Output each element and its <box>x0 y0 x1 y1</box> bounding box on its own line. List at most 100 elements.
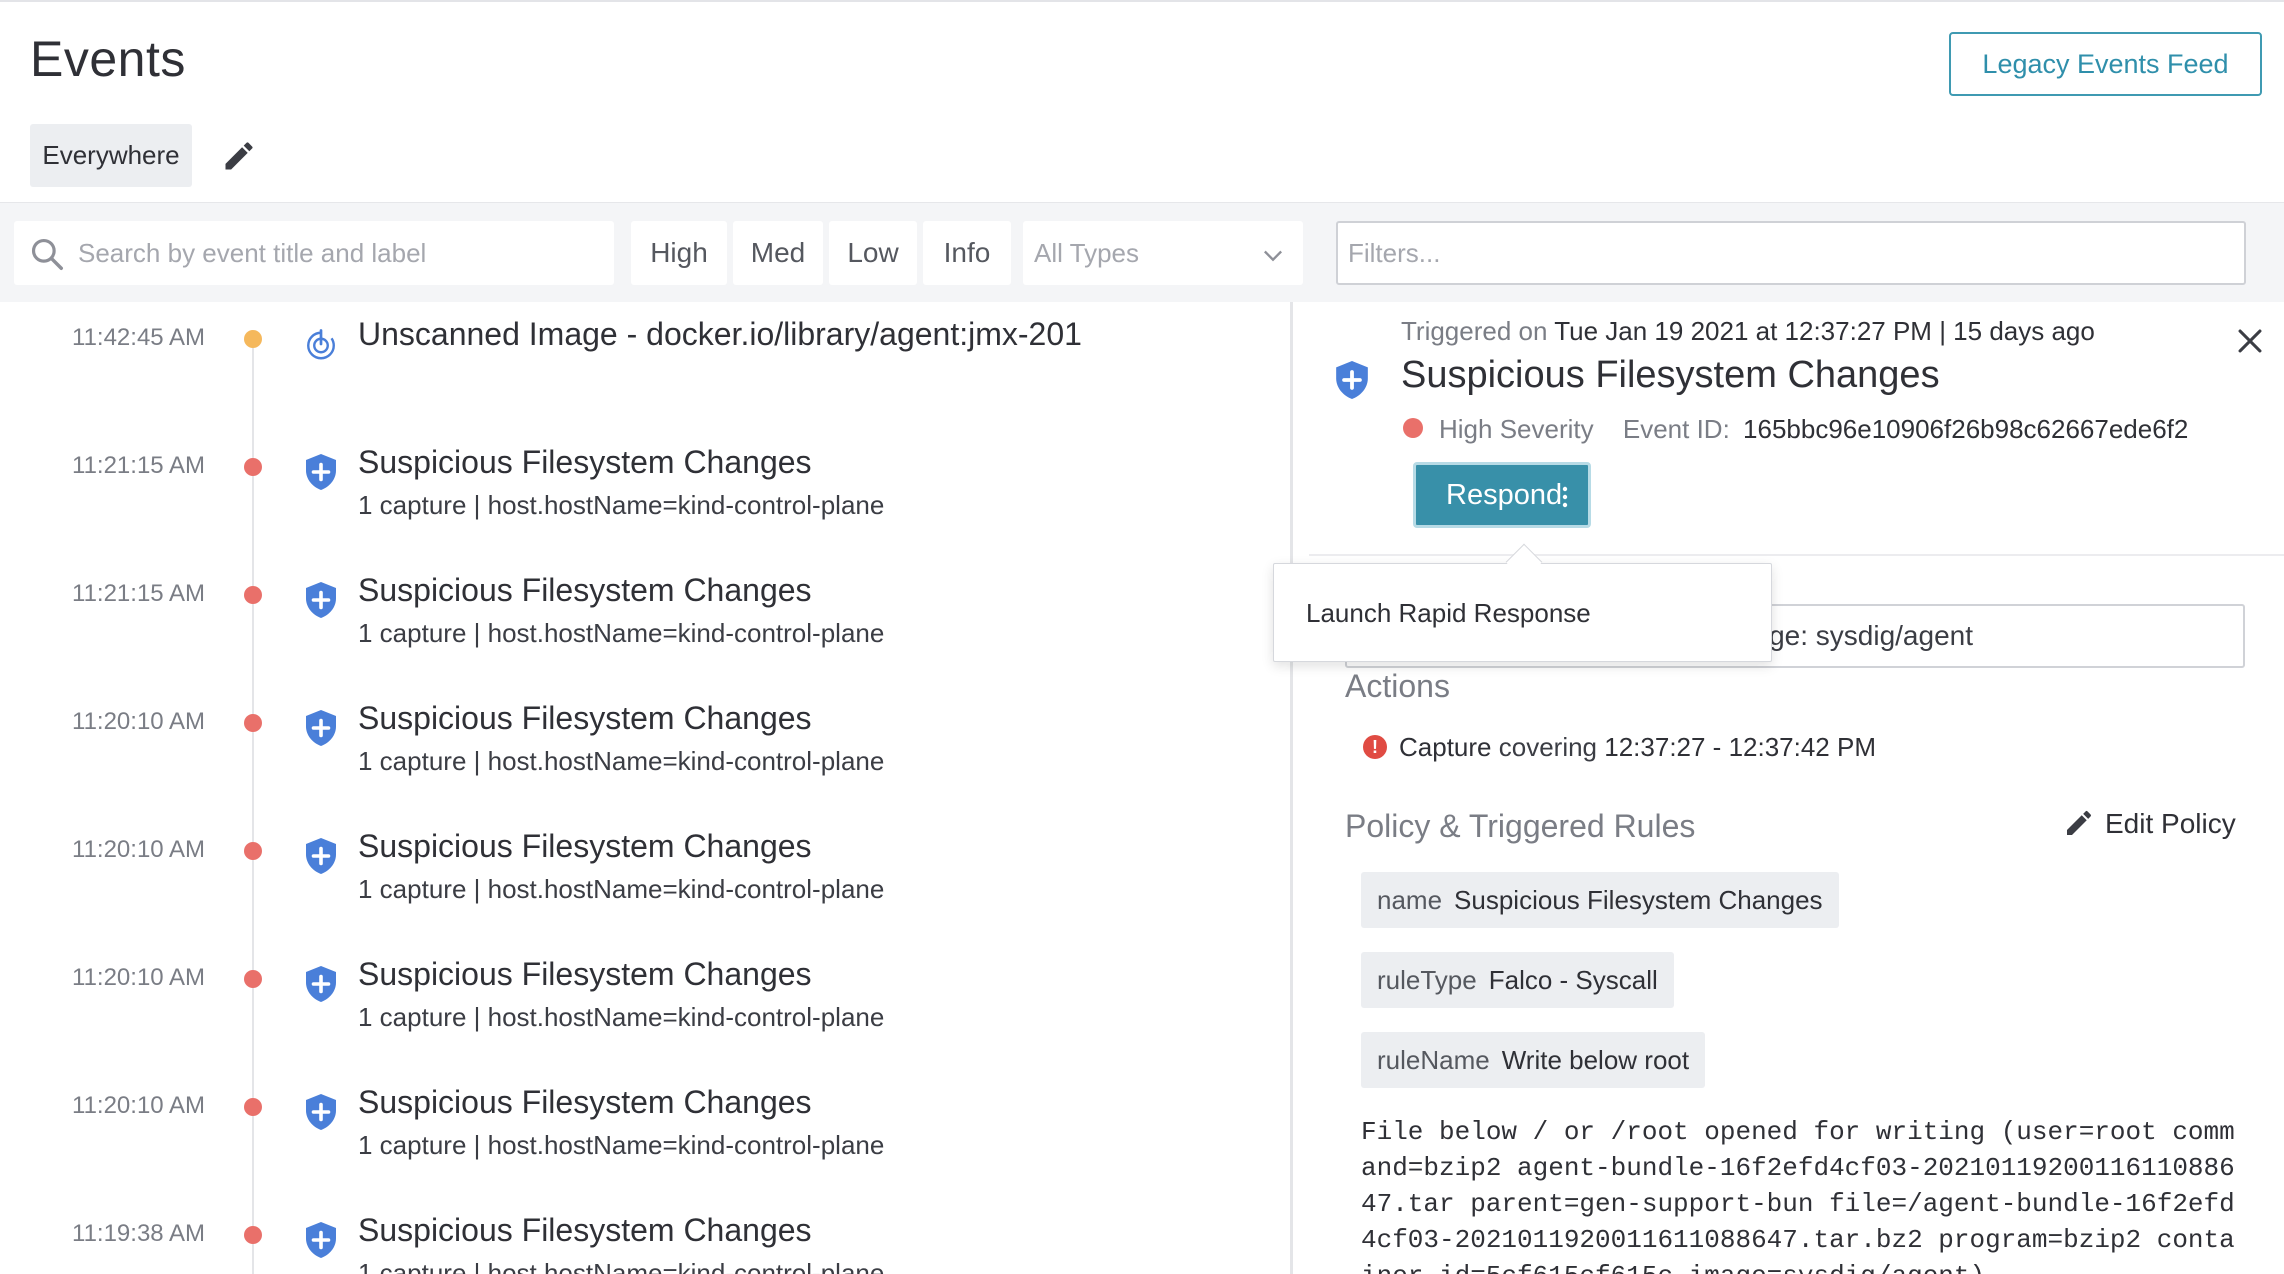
event-time: 11:20:10 AM <box>72 1092 205 1119</box>
tag-key: ruleType <box>1377 964 1477 995</box>
pencil-icon <box>2067 810 2092 835</box>
event-time: 11:20:10 AM <box>72 708 205 735</box>
edit-policy-button[interactable]: Edit Policy <box>2063 808 2236 842</box>
event-subtitle: 1 capture | host.hostName=kind-control-p… <box>358 1002 885 1032</box>
event-list: 11:42:45 AM Unscanned Image - docker.io/… <box>0 302 1290 1274</box>
respond-button[interactable]: Respond <box>1413 462 1591 528</box>
filters-box <box>1336 221 2246 285</box>
severity-dot <box>244 586 262 604</box>
event-time: 11:42:45 AM <box>72 324 205 351</box>
search-icon <box>31 238 63 270</box>
event-row[interactable]: 11:42:45 AM Unscanned Image - docker.io/… <box>0 302 1290 430</box>
image-field-value: ge: sysdig/agent <box>1769 620 1973 651</box>
capture-action[interactable]: ! Capture covering 12:37:27 - 12:37:42 PM <box>1363 732 1876 763</box>
event-id-label: Event ID: <box>1622 414 1730 444</box>
event-title: Suspicious Filesystem Changes <box>358 956 812 992</box>
image-scan-icon <box>307 329 335 360</box>
triggered-on: Triggered on Tue Jan 19 2021 at 12:37:27… <box>1401 316 2095 347</box>
event-type-select[interactable]: All Types <box>1023 221 1303 285</box>
rule-output: File below / or /root opened for writing… <box>1361 1117 2235 1274</box>
shield-icon <box>306 1222 336 1258</box>
error-icon: ! <box>1363 735 1387 760</box>
triggered-label: Triggered on <box>1401 316 1548 346</box>
divider <box>1309 554 2284 556</box>
shield-icon <box>1336 361 1368 399</box>
policy-heading: Policy & Triggered Rules <box>1345 808 1696 844</box>
filters-input[interactable] <box>1338 223 2244 283</box>
tag-key: name <box>1377 884 1443 915</box>
event-row[interactable]: 11:20:10 AM Suspicious Filesystem Change… <box>0 686 1290 814</box>
tag-value: Write below root <box>1501 1044 1690 1075</box>
event-title: Suspicious Filesystem Changes <box>358 700 812 736</box>
scope-selector[interactable]: Everywhere <box>30 124 192 187</box>
action-name: Capture <box>1399 732 1492 762</box>
severity-low-button[interactable]: Low <box>829 221 917 285</box>
event-title: Suspicious Filesystem Changes <box>358 1212 812 1248</box>
filter-toolbar: High Med Low Info All Types <box>0 202 2284 302</box>
tag-value: Falco - Syscall <box>1488 964 1658 995</box>
pencil-icon[interactable] <box>221 138 257 174</box>
respond-button-label: Respond <box>1446 479 1563 511</box>
event-row[interactable]: 11:19:38 AM Suspicious Filesystem Change… <box>0 1198 1290 1274</box>
severity-label: High Severity <box>1439 414 1594 444</box>
event-subtitle: 1 capture | host.hostName=kind-control-p… <box>358 490 885 520</box>
severity-line: High Severity Event ID: 165bbc96e10906f2… <box>1403 414 2188 445</box>
event-row[interactable]: 11:20:10 AM Suspicious Filesystem Change… <box>0 1070 1290 1198</box>
event-title: Suspicious Filesystem Changes <box>358 444 812 480</box>
page-header: Events Legacy Events Feed Everywhere <box>0 0 2284 202</box>
event-subtitle: 1 capture | host.hostName=kind-control-p… <box>358 874 885 904</box>
policy-tag: ruleName Write below root <box>1361 1032 1706 1088</box>
tag-value: Suspicious Filesystem Changes <box>1454 884 1823 915</box>
event-title: Suspicious Filesystem Changes <box>358 572 812 608</box>
action-range: 12:37:27 - 12:37:42 PM <box>1604 732 1876 762</box>
severity-dot <box>244 970 262 988</box>
event-title: Suspicious Filesystem Changes <box>358 828 812 864</box>
action-text: covering <box>1498 732 1598 762</box>
event-id-value: 165bbc96e10906f26b98c62667ede6f2 <box>1743 414 2189 444</box>
severity-dot <box>244 1098 262 1116</box>
event-row[interactable]: 11:21:15 AM Suspicious Filesystem Change… <box>0 430 1290 558</box>
policy-tag: ruleType Falco - Syscall <box>1361 952 1674 1008</box>
more-vertical-icon <box>1562 486 1568 508</box>
page-title: Events <box>30 31 186 87</box>
search-input[interactable] <box>76 221 596 285</box>
severity-info-button[interactable]: Info <box>923 221 1011 285</box>
chevron-down-icon <box>1264 250 1282 262</box>
severity-dot <box>244 458 262 476</box>
severity-dot <box>1403 418 1423 439</box>
event-row[interactable]: 11:20:10 AM Suspicious Filesystem Change… <box>0 942 1290 1070</box>
shield-icon <box>306 454 336 490</box>
shield-icon <box>306 966 336 1002</box>
severity-dot <box>244 1226 262 1244</box>
event-subtitle: 1 capture | host.hostName=kind-control-p… <box>358 746 885 776</box>
close-icon[interactable] <box>2233 324 2267 358</box>
shield-icon <box>306 838 336 874</box>
policy-tag: name Suspicious Filesystem Changes <box>1361 872 1839 928</box>
edit-policy-label: Edit Policy <box>2105 808 2236 839</box>
event-subtitle: 1 capture | host.hostName=kind-control-p… <box>358 1258 885 1274</box>
tag-key: ruleName <box>1377 1044 1490 1075</box>
event-time: 11:21:15 AM <box>72 452 205 479</box>
legacy-events-feed-button[interactable]: Legacy Events Feed <box>1949 32 2262 96</box>
severity-dot <box>244 330 262 348</box>
severity-dot <box>244 842 262 860</box>
severity-med-button[interactable]: Med <box>733 221 823 285</box>
shield-icon <box>306 1094 336 1130</box>
shield-icon <box>306 710 336 746</box>
event-subtitle: 1 capture | host.hostName=kind-control-p… <box>358 1130 885 1160</box>
shield-icon <box>306 582 336 618</box>
event-detail-title: Suspicious Filesystem Changes <box>1401 354 1940 396</box>
event-row[interactable]: 11:21:15 AM Suspicious Filesystem Change… <box>0 558 1290 686</box>
event-subtitle: 1 capture | host.hostName=kind-control-p… <box>358 618 885 648</box>
severity-dot <box>244 714 262 732</box>
severity-high-button[interactable]: High <box>631 221 727 285</box>
actions-heading: Actions <box>1345 668 1450 704</box>
search-box <box>14 221 614 285</box>
event-title: Suspicious Filesystem Changes <box>358 1084 812 1120</box>
event-time: 11:20:10 AM <box>72 836 205 863</box>
launch-rapid-response-item[interactable]: Launch Rapid Response <box>1306 598 1591 629</box>
event-row[interactable]: 11:20:10 AM Suspicious Filesystem Change… <box>0 814 1290 942</box>
event-time: 11:20:10 AM <box>72 964 205 991</box>
triggered-value: Tue Jan 19 2021 at 12:37:27 PM | 15 days… <box>1554 316 2095 346</box>
event-detail-panel: Triggered on Tue Jan 19 2021 at 12:37:27… <box>1290 302 2284 1274</box>
